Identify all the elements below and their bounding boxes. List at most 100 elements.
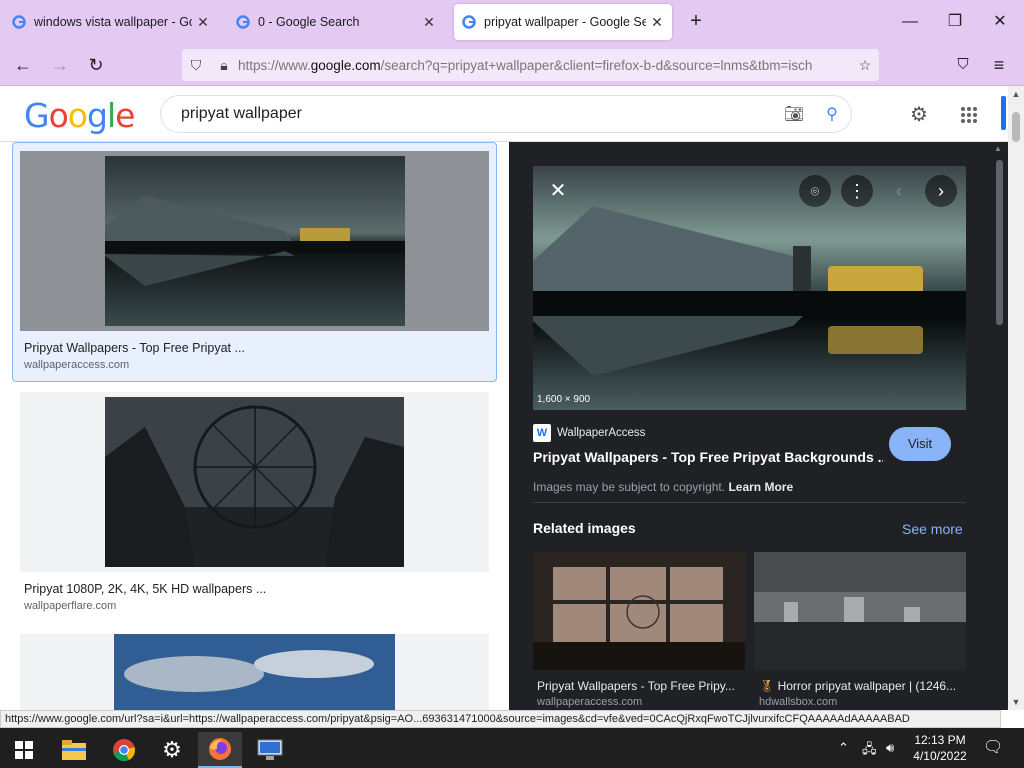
tab-title: 0 - Google Search xyxy=(258,15,360,29)
bookmark-star-icon[interactable]: ☆ xyxy=(851,57,879,74)
remote-desktop-icon[interactable] xyxy=(248,732,292,768)
preview-title[interactable]: Pripyat Wallpapers - Top Free Pripyat Ba… xyxy=(533,449,883,465)
copyright-notice: Images may be subject to copyright. Lear… xyxy=(533,480,794,494)
related-image-title[interactable]: Pripyat Wallpapers - Top Free Pripy... xyxy=(537,679,749,693)
firefox-icon[interactable] xyxy=(198,732,242,768)
wallpaperaccess-logo-icon: W xyxy=(533,424,551,442)
minimize-icon[interactable]: — xyxy=(898,10,922,34)
close-tab-icon[interactable]: ✕ xyxy=(650,14,664,31)
scroll-down-arrow-icon[interactable]: ▼ xyxy=(1008,694,1024,710)
logo-letter: o xyxy=(48,96,69,135)
close-preview-icon[interactable]: ✕ xyxy=(542,175,574,207)
lens-search-icon[interactable]: ⌾ xyxy=(799,175,831,207)
account-button-edge[interactable] xyxy=(1001,96,1006,130)
camera-icon[interactable]: 📷︎ xyxy=(775,104,813,124)
logo-letter: o xyxy=(67,96,88,135)
result-card-selected[interactable]: Pripyat Wallpapers - Top Free Pripyat ..… xyxy=(12,142,497,382)
taskbar-clock[interactable]: 12:13 PM 4/10/2022 xyxy=(908,732,972,764)
related-image-source[interactable]: hdwallsbox.com xyxy=(759,696,837,708)
previous-image-icon[interactable]: ‹ xyxy=(883,175,915,207)
network-icon[interactable]: 🖧︎ xyxy=(862,740,877,762)
google-favicon-icon xyxy=(12,15,26,29)
search-icon[interactable]: ⚲ xyxy=(813,104,851,124)
visit-button[interactable]: Visit xyxy=(889,427,951,461)
page-scroll-thumb[interactable] xyxy=(1012,112,1020,142)
notifications-icon[interactable]: 🗨︎ xyxy=(983,737,1003,757)
reload-icon[interactable]: ↻ xyxy=(83,52,109,78)
related-image-title-row[interactable]: 🏅︎ Horror pripyat wallpaper | (1246... xyxy=(759,679,971,693)
logo-letter: e xyxy=(115,96,135,135)
image-dimensions: 1,600 × 900 xyxy=(537,394,591,405)
google-favicon-icon xyxy=(236,15,250,29)
panel-scrollbar[interactable]: ▲ xyxy=(991,142,1008,710)
settings-gear-icon[interactable]: ⚙ xyxy=(150,732,194,768)
logo-letter: l xyxy=(106,96,116,135)
status-bar-url: https://www.google.com/url?sa=i&url=http… xyxy=(0,710,1001,728)
result-source[interactable]: wallpaperaccess.com xyxy=(24,359,488,371)
medal-icon: 🏅︎ xyxy=(759,679,778,693)
pripyat-monument-thumbnail[interactable] xyxy=(104,156,405,326)
tab-title: windows vista wallpaper - Goog xyxy=(34,15,192,29)
new-tab-button[interactable]: + xyxy=(684,10,708,34)
address-url[interactable]: https://www.google.com/search?q=pripyat+… xyxy=(238,58,851,73)
logo-letter: G xyxy=(24,96,50,135)
cloudy-sky-thumbnail[interactable] xyxy=(114,634,395,710)
learn-more-link[interactable]: Learn More xyxy=(728,480,793,494)
next-image-icon[interactable]: › xyxy=(925,175,957,207)
file-explorer-icon[interactable] xyxy=(52,732,96,768)
google-logo[interactable]: Google xyxy=(24,96,135,135)
apps-grid-icon[interactable] xyxy=(956,102,982,128)
scroll-up-arrow-icon[interactable]: ▲ xyxy=(1008,86,1024,102)
windows-start-icon[interactable] xyxy=(2,732,46,768)
source-name: WallpaperAccess xyxy=(557,427,646,439)
clock-time: 12:13 PM xyxy=(914,733,966,747)
tab-title: pripyat wallpaper - Google Sear xyxy=(484,15,646,29)
close-window-icon[interactable]: ✕ xyxy=(988,10,1012,34)
lock-icon[interactable]: 🔒︎ xyxy=(210,57,238,74)
back-arrow-icon[interactable]: ← xyxy=(10,52,36,78)
related-image-thumbnail[interactable] xyxy=(754,552,966,670)
related-image-thumbnail[interactable] xyxy=(533,552,745,670)
chrome-icon[interactable] xyxy=(102,732,146,768)
windows-taskbar: ⚙ ⌃ 🖧︎ 🔊︎ 12:13 PM 4/10/2022 🗨︎ xyxy=(0,728,1024,768)
hamburger-menu-icon[interactable]: ≡ xyxy=(986,52,1012,78)
image-preview-panel: ✕ ⌾ ⋮ ‹ › 1,600 × 900 W WallpaperAccess … xyxy=(509,142,991,710)
related-images-heading: Related images xyxy=(533,520,636,536)
search-input[interactable] xyxy=(181,105,775,123)
volume-icon[interactable]: 🔊︎ xyxy=(886,740,894,756)
result-card[interactable]: Pripyat 1080P, 2K, 4K, 5K HD wallpapers … xyxy=(20,392,489,612)
show-hidden-icons-icon[interactable]: ⌃ xyxy=(838,740,849,756)
scroll-up-arrow-icon[interactable]: ▲ xyxy=(994,144,1002,153)
ferris-wheel-thumbnail[interactable] xyxy=(105,397,404,567)
result-title[interactable]: Pripyat Wallpapers - Top Free Pripyat ..… xyxy=(24,341,488,355)
logo-letter: g xyxy=(86,96,108,135)
clock-date: 4/10/2022 xyxy=(913,749,967,763)
tab-0-google-search[interactable]: 0 - Google Search ✕ xyxy=(228,4,444,40)
image-results-list: Pripyat Wallpapers - Top Free Pripyat ..… xyxy=(0,142,508,710)
nav-bar: ← → ↻ ⛉ 🔒︎ https://www.google.com/search… xyxy=(0,44,1024,86)
related-image-source[interactable]: wallpaperaccess.com xyxy=(537,696,642,708)
google-favicon-icon xyxy=(462,15,476,29)
divider xyxy=(533,502,966,503)
address-bar[interactable]: ⛉ 🔒︎ https://www.google.com/search?q=pri… xyxy=(182,49,879,81)
result-source[interactable]: wallpaperflare.com xyxy=(24,600,489,612)
close-tab-icon[interactable]: ✕ xyxy=(422,14,436,31)
gear-icon[interactable]: ⚙ xyxy=(906,102,932,128)
pocket-icon[interactable]: ⛉ xyxy=(950,52,976,78)
result-card[interactable] xyxy=(20,634,489,710)
tab-bar: windows vista wallpaper - Goog ✕ 0 - Goo… xyxy=(0,0,1024,44)
close-tab-icon[interactable]: ✕ xyxy=(196,14,210,31)
tab-pripyat-wallpaper[interactable]: pripyat wallpaper - Google Sear ✕ xyxy=(454,4,672,40)
forward-arrow-icon[interactable]: → xyxy=(47,52,73,78)
search-box: 📷︎ ⚲ xyxy=(160,95,852,133)
shield-icon[interactable]: ⛉ xyxy=(182,57,210,74)
result-title[interactable]: Pripyat 1080P, 2K, 4K, 5K HD wallpapers … xyxy=(24,582,489,596)
tab-windows-vista-wallpaper[interactable]: windows vista wallpaper - Goog ✕ xyxy=(4,4,218,40)
restore-window-icon[interactable]: ❐ xyxy=(943,10,967,34)
google-header: Google 📷︎ ⚲ ⚙ xyxy=(0,86,1008,142)
source-row[interactable]: W WallpaperAccess xyxy=(533,424,645,442)
see-more-link[interactable]: See more xyxy=(902,521,963,537)
page-scrollbar[interactable]: ▲ ▼ xyxy=(1008,86,1024,710)
panel-scroll-thumb[interactable] xyxy=(996,160,1003,325)
more-options-icon[interactable]: ⋮ xyxy=(841,175,873,207)
